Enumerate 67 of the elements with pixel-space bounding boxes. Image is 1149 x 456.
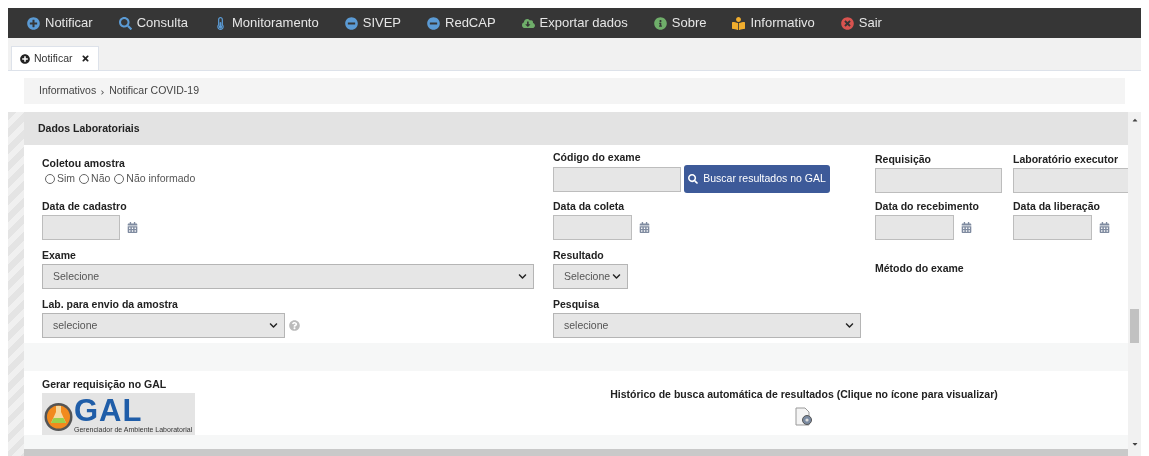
history-text: Histórico de busca automática de resultados (Clique no ícone para visualizar) xyxy=(610,387,998,402)
field-label: Data do recebimento xyxy=(875,199,980,213)
reader-icon xyxy=(732,16,746,30)
scroll-up-icon[interactable] xyxy=(1130,116,1139,124)
field-label: Resultado xyxy=(553,248,605,262)
horizontal-scrollbar[interactable] xyxy=(24,449,1128,456)
section-title: Dados Laboratoriais xyxy=(38,120,140,136)
input-field[interactable] xyxy=(42,215,120,240)
field-label: Método do exame xyxy=(875,261,965,275)
calendar-icon[interactable] xyxy=(961,222,972,233)
input-field[interactable] xyxy=(875,215,954,240)
radio-option[interactable]: Sim xyxy=(45,171,76,187)
input-field[interactable] xyxy=(553,166,681,192)
nav-link[interactable]: Sair xyxy=(840,13,882,33)
chevron-down-icon xyxy=(518,272,527,281)
nav-link[interactable]: Notificar xyxy=(27,13,93,33)
select-field[interactable]: Selecione xyxy=(42,264,534,289)
radio-option[interactable]: Não informado xyxy=(114,171,196,187)
field-label: Exame xyxy=(42,248,77,262)
field-label: Data da liberação xyxy=(1013,199,1101,213)
search-icon xyxy=(688,174,699,184)
field-label: Gerar requisição no GAL xyxy=(42,377,168,391)
select-field[interactable]: selecione xyxy=(553,313,861,338)
nav-link[interactable]: Monitoramento xyxy=(214,13,319,33)
nav-link[interactable]: Exportar dados xyxy=(521,13,628,33)
document-gear-icon[interactable] xyxy=(795,406,813,426)
calendar-icon[interactable] xyxy=(127,222,138,233)
close-icon[interactable] xyxy=(80,54,90,63)
nav-link[interactable]: SIVEP xyxy=(344,13,401,33)
help-icon[interactable] xyxy=(289,320,300,331)
search-gal-button[interactable]: Buscar resultados no GAL xyxy=(684,165,830,193)
cloud-download-icon xyxy=(521,16,535,30)
thermometer-icon xyxy=(214,16,227,30)
field-label: Laboratório executor xyxy=(1013,152,1120,166)
breadcrumb-link[interactable]: Informativos xyxy=(39,83,97,99)
field-label: Lab. para envio da amostra xyxy=(42,297,179,311)
input-field[interactable] xyxy=(553,215,632,240)
nav-link[interactable]: Consulta xyxy=(118,13,188,33)
scrollbar-thumb[interactable] xyxy=(1130,309,1139,343)
field-label: Data da coleta xyxy=(553,199,626,213)
breadcrumb-link[interactable]: Notificar COVID-19 xyxy=(109,83,200,99)
calendar-icon[interactable] xyxy=(1099,222,1110,233)
info-icon xyxy=(653,16,667,30)
field-label: Requisição xyxy=(875,152,933,166)
field-label: Coletou amostra xyxy=(42,156,126,170)
logo-wordmark: GAL xyxy=(74,396,143,426)
field-label: Pesquisa xyxy=(553,297,601,311)
input-field[interactable] xyxy=(1013,168,1128,193)
select-field[interactable]: Selecione xyxy=(553,264,628,289)
radio-option[interactable]: Não xyxy=(79,171,111,187)
nav-link[interactable]: Informativo xyxy=(732,13,815,33)
scroll-down-icon[interactable] xyxy=(1130,440,1139,448)
chevron-down-icon xyxy=(845,321,854,330)
field-label: Data de cadastro xyxy=(42,199,128,213)
tab[interactable]: Notificar xyxy=(11,46,99,70)
vertical-scrollbar[interactable] xyxy=(1128,112,1141,456)
nav-link[interactable]: Sobre xyxy=(653,13,707,33)
nav-link[interactable]: RedCAP xyxy=(427,13,496,33)
select-field[interactable]: selecione xyxy=(42,313,285,338)
chevron-down-icon xyxy=(612,272,621,281)
chevron-down-icon xyxy=(269,321,278,330)
field-label: Código do exame xyxy=(553,150,642,164)
chevron-icon xyxy=(100,90,106,95)
calendar-icon[interactable] xyxy=(639,222,650,233)
search-icon xyxy=(118,16,132,30)
input-field[interactable] xyxy=(1013,215,1092,240)
input-field[interactable] xyxy=(875,168,1002,193)
